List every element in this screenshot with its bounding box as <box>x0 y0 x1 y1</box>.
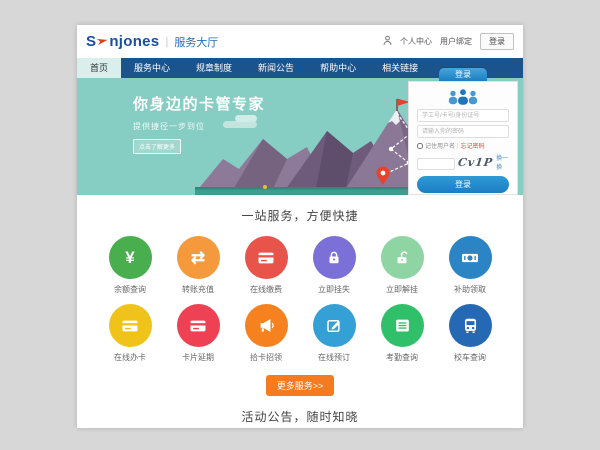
service-item[interactable]: 立即解挂 <box>368 236 436 295</box>
service-label: 补助领取 <box>436 284 504 295</box>
service-label: 立即解挂 <box>368 284 436 295</box>
service-item[interactable]: 在线预订 <box>300 304 368 363</box>
megaphone-icon <box>257 316 276 335</box>
service-item[interactable]: 在线办卡 <box>96 304 164 363</box>
login-form: 记住用户名 | 忘记密码 Cv1P 换一换 登录 <box>408 81 518 195</box>
user-binding-link[interactable]: 用户绑定 <box>440 36 472 47</box>
edit-icon <box>325 317 343 335</box>
login-submit-button[interactable]: 登录 <box>417 176 509 193</box>
forgot-password-link[interactable]: 忘记密码 <box>461 141 485 150</box>
logo-text-rest: njones <box>109 33 159 50</box>
hero-banner: 你身边的卡管专家 提供捷径一步到位 点击了解更多 <box>77 78 523 195</box>
announcements-section: 活动公告，随时知晓 使用须知 最新公告 更多>> 使用指南 更多>> <box>77 408 523 428</box>
divider: | <box>457 143 459 149</box>
service-item[interactable]: 补助领取 <box>436 236 504 295</box>
nav-item-link[interactable]: 帮助中心 <box>307 58 369 78</box>
password-input[interactable] <box>417 125 509 138</box>
announcements-title: 活动公告，随时知晓 <box>77 408 523 425</box>
yen-icon: ¥ <box>125 249 134 266</box>
logo-divider: | <box>165 36 168 48</box>
nav-item-active[interactable]: 首页 <box>77 58 121 78</box>
logo[interactable]: S njones | 服务大厅 <box>86 33 218 51</box>
service-label: 立即挂失 <box>300 284 368 295</box>
service-label: 转账充值 <box>164 284 232 295</box>
nav-item-label: 服务中心 <box>134 63 170 73</box>
service-item[interactable]: 拾卡招领 <box>232 304 300 363</box>
hero-cta-button[interactable]: 点击了解更多 <box>133 139 181 154</box>
bank-card-icon <box>188 316 208 336</box>
services-grid: ¥ 余额查询 ⇄ 转账充值 在线缴费 立即挂失 立即解挂 补助领取 在线办卡 卡… <box>96 236 504 363</box>
service-label: 余额查询 <box>96 284 164 295</box>
nav-item-link[interactable]: 新闻公告 <box>245 58 307 78</box>
remember-label: 记住用户名 <box>425 141 455 150</box>
transfer-icon: ⇄ <box>191 249 205 266</box>
hero-text-block: 你身边的卡管专家 提供捷径一步到位 点击了解更多 <box>133 93 265 154</box>
nav-item-link[interactable]: 规章制度 <box>183 58 245 78</box>
service-label: 在线预订 <box>300 352 368 363</box>
services-title: 一站服务，方便快捷 <box>77 207 523 224</box>
more-services-button[interactable]: 更多服务>> <box>266 375 335 396</box>
hero-title: 你身边的卡管专家 <box>133 93 265 114</box>
username-input[interactable] <box>417 109 509 122</box>
site-name: 服务大厅 <box>174 34 218 50</box>
logo-text: S <box>86 33 96 50</box>
service-item[interactable]: 校车查询 <box>436 304 504 363</box>
hero-subtitle: 提供捷径一步到位 <box>133 121 265 132</box>
service-label: 卡片延期 <box>164 352 232 363</box>
service-label: 在线缴费 <box>232 284 300 295</box>
nav-item-label: 新闻公告 <box>258 63 294 73</box>
lock-icon <box>325 249 343 267</box>
nav-item-label: 首页 <box>90 63 108 73</box>
services-section: 一站服务，方便快捷 ¥ 余额查询 ⇄ 转账充值 在线缴费 立即挂失 立即解挂 补… <box>77 195 523 396</box>
bank-card-icon <box>120 316 140 336</box>
header-right: 个人中心 用户绑定 登录 <box>383 33 514 50</box>
captcha-row: Cv1P 换一换 <box>417 153 509 171</box>
users-icon <box>445 87 481 106</box>
captcha-image[interactable]: Cv1P <box>457 156 494 169</box>
login-panel: 登录 记住用户名 | 忘记密码 Cv1P 换一换 <box>408 68 518 195</box>
nav-item-link[interactable]: 服务中心 <box>121 58 183 78</box>
service-item[interactable]: 在线缴费 <box>232 236 300 295</box>
login-tab[interactable]: 登录 <box>439 68 487 81</box>
unlock-icon <box>393 249 411 267</box>
bank-card-icon <box>256 248 276 268</box>
service-item[interactable]: ⇄ 转账充值 <box>164 236 232 295</box>
remember-row: 记住用户名 | 忘记密码 <box>417 141 509 150</box>
nav-item-label: 帮助中心 <box>320 63 356 73</box>
personal-center-link[interactable]: 个人中心 <box>400 36 432 47</box>
logo-arrow-icon <box>97 33 108 51</box>
captcha-refresh-link[interactable]: 换一换 <box>496 153 509 171</box>
service-item[interactable]: 考勤查询 <box>368 304 436 363</box>
remember-checkbox[interactable] <box>417 143 423 149</box>
service-item[interactable]: 卡片延期 <box>164 304 232 363</box>
service-label: 校车查询 <box>436 352 504 363</box>
list-icon <box>393 316 412 335</box>
service-item[interactable]: 立即挂失 <box>300 236 368 295</box>
nav-item-label: 规章制度 <box>196 63 232 73</box>
site-header: S njones | 服务大厅 个人中心 用户绑定 登录 <box>77 25 523 58</box>
service-label: 在线办卡 <box>96 352 164 363</box>
bus-icon <box>461 316 480 335</box>
service-label: 拾卡招领 <box>232 352 300 363</box>
captcha-input[interactable] <box>417 158 455 170</box>
banknote-icon <box>460 248 480 268</box>
header-login-button[interactable]: 登录 <box>480 33 514 50</box>
site-page: S njones | 服务大厅 个人中心 用户绑定 登录 首页 服务中心 规章制… <box>77 25 523 428</box>
service-label: 考勤查询 <box>368 352 436 363</box>
user-icon <box>383 35 392 48</box>
service-item[interactable]: ¥ 余额查询 <box>96 236 164 295</box>
